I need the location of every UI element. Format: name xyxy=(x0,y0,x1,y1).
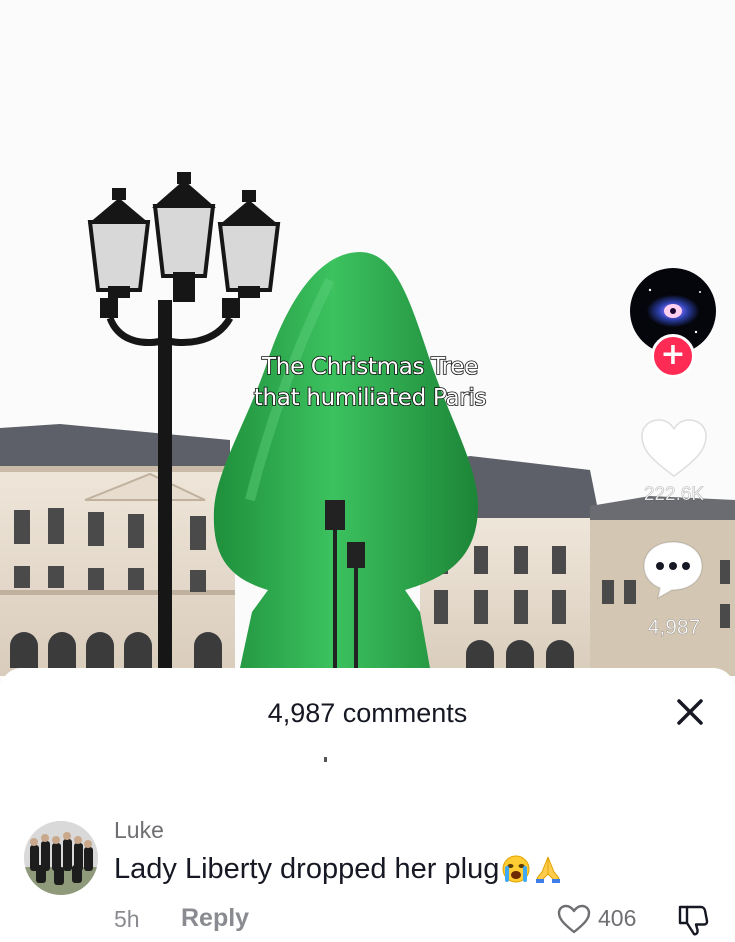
video-frame[interactable]: The Christmas Tree that humiliated Paris… xyxy=(0,0,735,700)
comment-like-button[interactable] xyxy=(557,904,591,935)
heart-outline-icon xyxy=(557,904,591,934)
caption-line-1: The Christmas Tree xyxy=(261,353,479,381)
left-building xyxy=(0,424,235,676)
close-icon xyxy=(677,699,703,725)
video-scene xyxy=(0,0,735,700)
close-button[interactable] xyxy=(670,692,710,732)
group-photo-avatar xyxy=(24,821,98,895)
comment-button[interactable] xyxy=(640,538,706,600)
crying-face-emoji-icon xyxy=(501,854,531,892)
folded-hands-emoji-icon xyxy=(533,854,563,892)
reply-button[interactable]: Reply xyxy=(181,904,249,933)
comment-count: 4,987 xyxy=(647,616,701,640)
like-count: 222.6K xyxy=(643,484,705,506)
comments-sheet: 4,987 comments Luke Lady Liberty dropped… xyxy=(0,668,735,939)
comment-time: 5h xyxy=(114,906,140,932)
comment-text-row: Lady Liberty dropped her plug xyxy=(114,853,563,892)
comment-text: Lady Liberty dropped her plug xyxy=(114,853,500,885)
heart-icon xyxy=(641,419,707,477)
thumbs-down-icon xyxy=(678,905,709,936)
comment-bubble-icon xyxy=(643,541,703,600)
comments-title: 4,987 comments xyxy=(267,698,468,728)
commenter-avatar[interactable] xyxy=(24,821,98,895)
follow-button[interactable]: + xyxy=(651,334,695,378)
like-button[interactable] xyxy=(640,418,708,480)
plus-icon: + xyxy=(660,337,686,372)
dislike-button[interactable] xyxy=(677,903,709,937)
video-caption: The Christmas Tree that humiliated Paris xyxy=(200,352,540,414)
caption-line-2: that humiliated Paris xyxy=(253,384,487,412)
divider-mark xyxy=(324,757,327,762)
comment-like-count: 406 xyxy=(598,905,637,931)
comment-username[interactable]: Luke xyxy=(114,817,164,844)
